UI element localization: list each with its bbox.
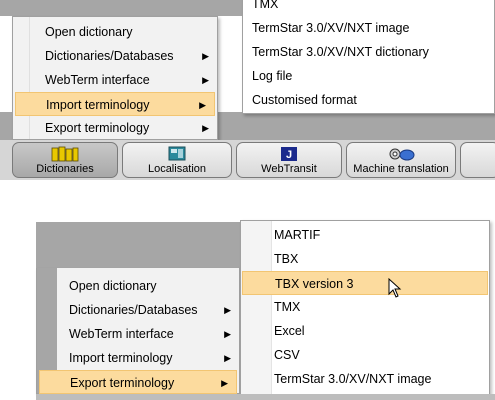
menu-item-import-terminology[interactable]: Import terminology ▶	[37, 346, 239, 370]
submenu-item-tbx-version-3[interactable]: TBX version 3	[242, 271, 488, 295]
menu-item-label: Open dictionary	[69, 279, 157, 293]
menu-item-label: WebTerm interface	[69, 327, 174, 341]
tab-machine-translation[interactable]: Machine translation	[346, 142, 456, 178]
menu-item-import-terminology[interactable]: Import terminology ▶	[15, 92, 215, 116]
submenu-item-martif[interactable]: MARTIF	[242, 223, 488, 247]
submenu-arrow-icon: ▶	[202, 75, 209, 85]
submenu-item-label: MARTIF	[274, 228, 321, 242]
submenu-item-label: TermStar 3.0/XV/NXT image	[252, 21, 410, 35]
submenu-item-label: TBX version 3	[275, 277, 354, 291]
menu-item-label: Export terminology	[70, 376, 175, 390]
bottom-export-submenu: MARTIF TBX TBX version 3 TMX Excel CSV T…	[240, 220, 490, 396]
menu-item-label: Import terminology	[69, 351, 173, 365]
tab-localisation[interactable]: Localisation	[122, 142, 232, 178]
menu-item-dictionaries-databases[interactable]: Dictionaries/Databases ▶	[13, 44, 217, 68]
submenu-item-label: Customised format	[252, 93, 357, 107]
menu-item-label: Dictionaries/Databases	[69, 303, 198, 317]
submenu-item-label: Excel	[274, 324, 305, 338]
menu-item-open-dictionary[interactable]: Open dictionary	[13, 20, 217, 44]
mouse-pointer-icon	[388, 277, 402, 301]
submenu-item-termstar-image[interactable]: TermStar 3.0/XV/NXT image	[242, 367, 488, 391]
menu-item-webterm-interface[interactable]: WebTerm interface ▶	[13, 68, 217, 92]
submenu-item-label: TermStar 3.0/XV/NXT image	[274, 372, 432, 386]
menu-item-label: Import terminology	[46, 98, 150, 112]
menu-item-label: Open dictionary	[45, 25, 133, 39]
tab-dictionaries[interactable]: Dictionaries	[12, 142, 118, 178]
tab-label: Localisation	[147, 163, 207, 175]
svg-text:J: J	[286, 149, 292, 161]
submenu-item-label: TMX	[274, 300, 301, 314]
submenu-item-termstar-dictionary[interactable]: TermStar 3.0/XV/NXT dictionary	[244, 40, 493, 64]
bottom-terminology-menu: Open dictionary Dictionaries/Databases ▶…	[36, 268, 240, 394]
top-app-background	[0, 0, 242, 16]
tab-label: Dictionaries	[36, 163, 94, 175]
submenu-arrow-icon: ▶	[221, 378, 228, 388]
menu-item-label: Export terminology	[45, 121, 150, 135]
menu-item-label: Dictionaries/Databases	[45, 49, 174, 63]
submenu-item-csv[interactable]: CSV	[242, 343, 488, 367]
submenu-item-label: TermStar 3.0/XV/NXT dictionary	[252, 45, 429, 59]
submenu-item-label: Log file	[252, 69, 293, 83]
submenu-arrow-icon: ▶	[224, 305, 231, 315]
tab-label: Machine translation	[353, 163, 449, 175]
submenu-item-tbx[interactable]: TBX	[242, 247, 488, 271]
top-terminology-menu: Open dictionary Dictionaries/Databases ▶…	[12, 16, 218, 140]
menu-item-webterm-interface[interactable]: WebTerm interface ▶	[37, 322, 239, 346]
tab-label: WebTransit	[261, 163, 317, 175]
tab-webtransit[interactable]: J WebTransit	[236, 142, 342, 178]
submenu-item-excel[interactable]: Excel	[242, 319, 488, 343]
menu-item-label: WebTerm interface	[45, 73, 150, 87]
menu-item-export-terminology[interactable]: Export terminology ▶	[13, 116, 217, 140]
submenu-arrow-icon: ▶	[224, 329, 231, 339]
submenu-item-label: TBX	[274, 252, 299, 266]
submenu-arrow-icon: ▶	[202, 123, 209, 133]
submenu-item-tmx[interactable]: TMX	[244, 0, 493, 16]
submenu-item-termstar-image[interactable]: TermStar 3.0/XV/NXT image	[244, 16, 493, 40]
menu-item-export-terminology[interactable]: Export terminology ▶	[39, 370, 237, 394]
menu-item-dictionaries-databases[interactable]: Dictionaries/Databases ▶	[37, 298, 239, 322]
submenu-item-log-file[interactable]: Log file	[244, 64, 493, 88]
submenu-item-tmx[interactable]: TMX	[242, 295, 488, 319]
submenu-arrow-icon: ▶	[199, 100, 206, 110]
tab-more[interactable]	[460, 142, 495, 178]
submenu-item-customised-format[interactable]: Customised format	[244, 88, 493, 112]
top-import-submenu: TMX TermStar 3.0/XV/NXT image TermStar 3…	[242, 0, 495, 114]
top-panel: Open dictionary Dictionaries/Databases ▶…	[0, 0, 495, 185]
module-tab-bar-partial	[36, 394, 495, 400]
bottom-panel: Open dictionary Dictionaries/Databases ▶…	[0, 220, 495, 400]
bottom-app-background	[36, 222, 240, 268]
menu-item-open-dictionary[interactable]: Open dictionary	[37, 274, 239, 298]
submenu-arrow-icon: ▶	[202, 51, 209, 61]
submenu-item-label: TMX	[252, 0, 279, 11]
submenu-arrow-icon: ▶	[224, 353, 231, 363]
submenu-item-label: CSV	[274, 348, 300, 362]
